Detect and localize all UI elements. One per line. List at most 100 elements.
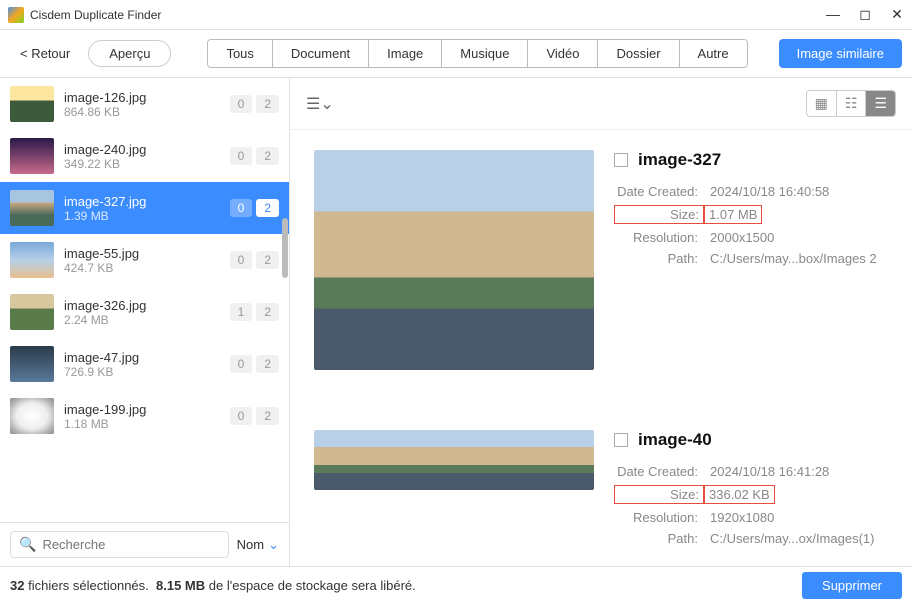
preview-image [314, 430, 594, 490]
preview-image [314, 150, 594, 370]
file-size: 726.9 KB [64, 365, 220, 379]
meta-size: 1.07 MB [704, 205, 762, 224]
close-icon[interactable]: ✕ [890, 6, 904, 23]
file-info: image-55.jpg424.7 KB [64, 246, 220, 275]
meta-label: Date Created: [614, 184, 704, 199]
badge-a: 0 [230, 251, 253, 269]
file-info: image-326.jpg2.24 MB [64, 298, 220, 327]
search-field[interactable]: 🔍 [10, 531, 229, 558]
meta-created: 2024/10/18 16:41:28 [704, 464, 829, 479]
list-item[interactable]: image-240.jpg349.22 KB02 [0, 130, 289, 182]
filter-tabs: Tous Document Image Musique Vidéo Dossie… [207, 39, 747, 68]
badge-a: 0 [230, 407, 253, 425]
sort-label: Nom [237, 537, 264, 552]
list-item[interactable]: image-47.jpg726.9 KB 02 [0, 338, 289, 390]
duplicate-item: image-327Date Created:2024/10/18 16:40:5… [314, 150, 888, 370]
list-item[interactable]: image-327.jpg1.39 MB 02 [0, 182, 289, 234]
similar-image-button[interactable]: Image similaire [779, 39, 902, 68]
tab-video[interactable]: Vidéo [528, 40, 598, 67]
tab-image[interactable]: Image [369, 40, 442, 67]
file-size: 1.39 MB [64, 209, 220, 223]
badge-b: 2 [256, 251, 279, 269]
back-button[interactable]: < Retour [10, 40, 80, 67]
badge-b: 2 [256, 199, 279, 217]
detail-toolbar: ☰⌄ ▦ ☷ ☰ [290, 78, 912, 130]
file-info: image-327.jpg1.39 MB [64, 194, 220, 223]
meta-size: 336.02 KB [704, 485, 775, 504]
file-info: image-199.jpg1.18 MB [64, 402, 220, 431]
detail-body[interactable]: image-327Date Created:2024/10/18 16:40:5… [290, 130, 912, 566]
sort-button[interactable]: Nom ⌄ [237, 537, 279, 553]
app-icon [8, 7, 24, 23]
main: image-126.jpg864.86 KB02image-240.jpg349… [0, 78, 912, 566]
list-item[interactable]: image-326.jpg2.24 MB 12 [0, 286, 289, 338]
thumbnail [10, 242, 54, 278]
badge-b: 2 [256, 95, 279, 113]
app-title: Cisdem Duplicate Finder [30, 8, 826, 22]
list-item[interactable]: image-199.jpg1.18 MB02 [0, 390, 289, 442]
grid-view-icon[interactable]: ▦ [807, 91, 837, 116]
meta-resolution: 1920x1080 [704, 510, 774, 525]
tab-music[interactable]: Musique [442, 40, 528, 67]
file-info: image-240.jpg349.22 KB [64, 142, 220, 171]
badges: 02 [230, 355, 279, 373]
search-input[interactable] [42, 537, 219, 552]
badges: 12 [230, 303, 279, 321]
list-item[interactable]: image-126.jpg864.86 KB02 [0, 78, 289, 130]
freed-suffix: de l'espace de stockage sera libéré. [209, 578, 416, 593]
file-name: image-326.jpg [64, 298, 220, 313]
meta-path: C:/Users/may...box/Images 2 [704, 251, 877, 266]
meta-label: Path: [614, 531, 704, 546]
file-size: 2.24 MB [64, 313, 220, 327]
meta-label: Resolution: [614, 510, 704, 525]
tab-folder[interactable]: Dossier [598, 40, 679, 67]
list-view-icon[interactable]: ☰ [866, 91, 895, 116]
badge-a: 0 [230, 199, 253, 217]
list-item[interactable]: image-55.jpg424.7 KB 02 [0, 234, 289, 286]
selected-suffix: fichiers sélectionnés. [28, 578, 149, 593]
maximize-icon[interactable]: ◻ [858, 6, 872, 23]
delete-button[interactable]: Supprimer [802, 572, 902, 599]
dup-title: image-40 [638, 430, 712, 450]
thumbnail [10, 346, 54, 382]
meta-path: C:/Users/may...ox/Images(1) [704, 531, 874, 546]
badges: 02 [230, 199, 279, 217]
meta-label: Path: [614, 251, 704, 266]
file-size: 1.18 MB [64, 417, 220, 431]
scrollbar-thumb[interactable] [282, 218, 288, 278]
meta-label: Resolution: [614, 230, 704, 245]
minimize-icon[interactable]: — [826, 6, 840, 23]
toolbar: < Retour Aperçu Tous Document Image Musi… [0, 30, 912, 78]
sidebar: image-126.jpg864.86 KB02image-240.jpg349… [0, 78, 290, 566]
badge-a: 1 [230, 303, 253, 321]
preview-button[interactable]: Aperçu [88, 40, 171, 67]
badge-a: 0 [230, 355, 253, 373]
tab-other[interactable]: Autre [680, 40, 747, 67]
file-name: image-126.jpg [64, 90, 220, 105]
window-controls: — ◻ ✕ [826, 6, 904, 23]
badge-b: 2 [256, 303, 279, 321]
thumbnail [10, 86, 54, 122]
thumbnail [10, 138, 54, 174]
file-size: 864.86 KB [64, 105, 220, 119]
selected-count: 32 [10, 578, 24, 593]
columns-view-icon[interactable]: ☷ [837, 91, 867, 116]
search-icon: 🔍 [19, 536, 36, 553]
thumbnail [10, 294, 54, 330]
tab-all[interactable]: Tous [208, 40, 272, 67]
tab-document[interactable]: Document [273, 40, 369, 67]
file-size: 349.22 KB [64, 157, 220, 171]
badge-b: 2 [256, 355, 279, 373]
file-info: image-47.jpg726.9 KB [64, 350, 220, 379]
file-size: 424.7 KB [64, 261, 220, 275]
filter-icon[interactable]: ☰⌄ [306, 94, 334, 114]
dup-info: image-327Date Created:2024/10/18 16:40:5… [614, 150, 888, 370]
file-list[interactable]: image-126.jpg864.86 KB02image-240.jpg349… [0, 78, 289, 522]
file-info: image-126.jpg864.86 KB [64, 90, 220, 119]
select-checkbox[interactable] [614, 153, 628, 167]
select-checkbox[interactable] [614, 433, 628, 447]
badge-a: 0 [230, 147, 253, 165]
duplicate-item: image-40 Date Created:2024/10/18 16:41:28… [314, 430, 888, 552]
meta-label: Date Created: [614, 464, 704, 479]
search-row: 🔍 Nom ⌄ [0, 522, 289, 566]
